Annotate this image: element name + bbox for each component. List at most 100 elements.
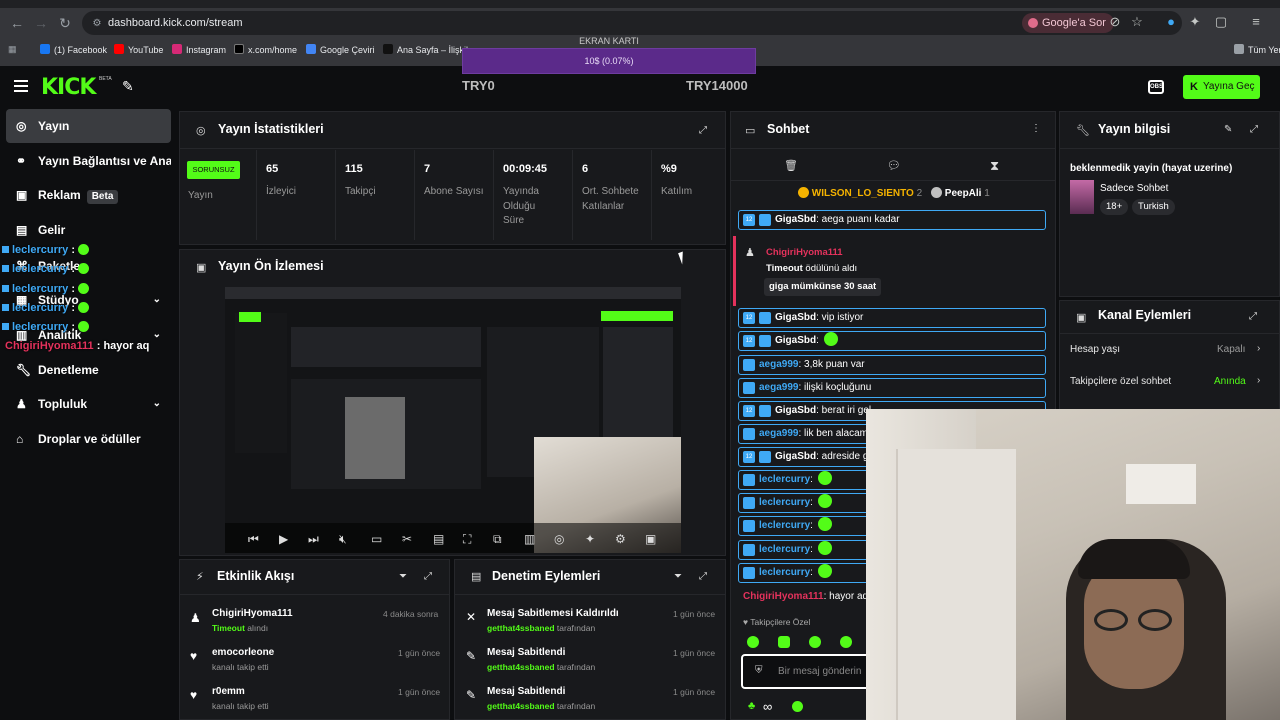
chat-user: aega999 [759,382,799,393]
camera-icon[interactable]: ▭ [371,532,382,546]
expand-icon[interactable]: ⤢ [699,571,707,582]
expand-icon[interactable]: ⤢ [1249,311,1257,322]
sidebar-item-droplar[interactable]: ⌂ Droplar ve ödüller [6,422,171,456]
bookmark-x[interactable]: x.com/home [234,44,297,55]
sparkle-icon[interactable]: ✦ [585,532,595,546]
filter-icon[interactable]: ⏷ [399,571,407,582]
star-icon[interactable]: ☆ [1129,14,1145,30]
play-icon[interactable]: ▶ [279,532,288,546]
timeout-user[interactable]: ChigiriHyoma111 [766,247,843,258]
category-thumbnail[interactable] [1070,180,1094,214]
bookmark-translate[interactable]: Google Çeviri [306,44,375,55]
sidebar-item-yayin[interactable]: ◎ Yayın [6,109,171,143]
tag-pill[interactable]: 18+ [1100,199,1129,215]
go-live-button[interactable]: K Yayına Geç [1183,75,1260,99]
top-user[interactable]: WILSON_LO_SIENTO 2 [798,187,922,199]
clip-icon[interactable]: ✂ [402,532,412,546]
timeout-desc: ödülünü aldı [802,263,858,274]
chat-message[interactable]: aega999: ilişki koçluğunu [738,378,1046,398]
event-user[interactable]: emocorleone [212,647,274,658]
target-icon[interactable]: ◎ [554,532,564,546]
tag-pill[interactable]: Turkish [1132,199,1175,215]
reload-icon[interactable]: ↻ [56,14,74,32]
menu-icon[interactable]: ≡ [1248,14,1264,30]
top-user[interactable]: PeepAli 1 [931,187,990,199]
chat-message[interactable]: 12 GigaSbd: vip istiyor [738,308,1046,328]
chat-message[interactable]: aega999: 3,8k puan var [738,355,1046,375]
settings-icon[interactable]: ⚙ [615,532,626,546]
puzzle-icon[interactable]: ▢ [1213,14,1229,30]
extension-icon[interactable]: ● [1163,14,1179,30]
back-icon[interactable]: ← [8,14,26,32]
skip-back-icon[interactable]: ⏮ [248,532,259,547]
crop-icon[interactable]: ⧉ [493,532,502,547]
apps-icon[interactable]: ▦ [8,44,17,55]
emote-icon [823,332,838,346]
overlay-chat-line: leclercurry : [2,302,90,314]
bookmark-youtube[interactable]: YouTube [114,44,163,55]
category-name[interactable]: Sadece Sohbet [1100,183,1168,194]
broadcast-icon: ◎ [16,119,27,133]
emote-icon[interactable] [778,636,790,648]
extension2-icon[interactable]: ✦ [1187,14,1203,30]
event-user[interactable]: ChigiriHyoma111 [212,608,293,619]
filter-icon[interactable]: ⏷ [674,571,682,582]
stream-preview-video[interactable] [225,287,681,553]
layout-icon[interactable]: ▤ [433,532,444,546]
url-text[interactable]: dashboard.kick.com/stream [108,17,243,29]
setting-value[interactable]: Anında [1214,376,1246,387]
hourglass-icon[interactable]: ⧗ [990,158,999,174]
emote-icon[interactable] [840,636,852,648]
mod-user[interactable]: getthat4ssbaned [487,623,555,633]
chat-input-placeholder[interactable]: Bir mesaj gönderin [778,666,861,677]
sidebar-item-reklam[interactable]: ▣ Reklam Beta [6,178,171,212]
kick-logo[interactable]: KICK [41,75,96,100]
skip-forward-icon[interactable]: ⏭ [308,532,319,547]
chevron-right-icon[interactable]: › [1257,375,1260,386]
expand-icon[interactable]: ⤢ [1250,124,1258,135]
points-icon[interactable]: ♣ [748,700,755,712]
sidebar-item-topluluk[interactable]: ♟ Topluluk ⌄ [6,387,171,421]
expand-icon[interactable]: ⤢ [699,125,707,136]
status-dot-icon[interactable] [792,701,803,712]
eye-off-icon[interactable]: ⊘ [1107,14,1123,30]
emote-icon[interactable] [809,636,821,648]
chevron-right-icon[interactable]: › [1257,343,1260,354]
event-time: 1 gün önce [673,609,716,619]
forward-icon[interactable]: → [32,14,50,32]
bookmark-instagram[interactable]: Instagram [172,44,226,55]
emote-icon[interactable] [747,636,759,648]
hamburger-menu-icon[interactable] [14,80,28,92]
event-user[interactable]: r0emm [212,686,245,697]
site-info-icon[interactable]: ⚙ [88,15,106,33]
trash-icon[interactable]: 🗑︎ [784,159,798,172]
bookmark-facebook[interactable]: (1) Facebook [40,44,107,55]
mod-user[interactable]: getthat4ssbaned [487,701,555,711]
mod-user[interactable]: getthat4ssbaned [487,662,555,672]
chat-user: GigaSbd [775,405,817,416]
edit-icon[interactable]: ✎ [1224,124,1232,135]
emote-icon [78,283,90,294]
chat-message[interactable]: 12 GigaSbd: [738,331,1046,351]
sidebar-item-gelir[interactable]: ▤ Gelir [6,213,171,247]
expand-icon[interactable]: ⤢ [424,571,432,582]
address-bar[interactable] [82,11,1182,35]
bookmark-all[interactable]: Tüm Yer [1234,44,1280,55]
chat-message[interactable]: ChigiriHyoma111: hayor aq [743,591,868,602]
more-icon[interactable]: ⋮ [1031,123,1041,134]
bookmark-home[interactable]: Ana Sayfa – İlişkile [383,44,473,55]
pin-icon[interactable]: ✎ [122,78,134,95]
mute-icon[interactable]: 🔇︎ [339,532,347,547]
message-icon[interactable]: 💬︎ [887,159,901,172]
robot-icon[interactable]: ▣ [645,532,656,546]
google-ask-button[interactable]: Google'a Sor [1022,13,1114,33]
obs-icon[interactable]: OBS [1148,80,1164,94]
sidebar-item-denetleme[interactable]: 🔧︎ Denetleme [6,353,171,387]
sidebar-item-link[interactable]: ⚭ Yayın Bağlantısı ve Anahtar [6,144,171,178]
overlay-text: hayor aq [100,340,150,352]
infinity-icon[interactable]: ∞ [763,699,772,714]
fullscreen-icon[interactable]: ⛶ [463,532,471,547]
setting-value[interactable]: Kapalı [1217,344,1245,355]
chat-message[interactable]: 12 GigaSbd: aega puanı kadar [738,210,1046,230]
stats-icon[interactable]: ▥ [524,532,535,546]
